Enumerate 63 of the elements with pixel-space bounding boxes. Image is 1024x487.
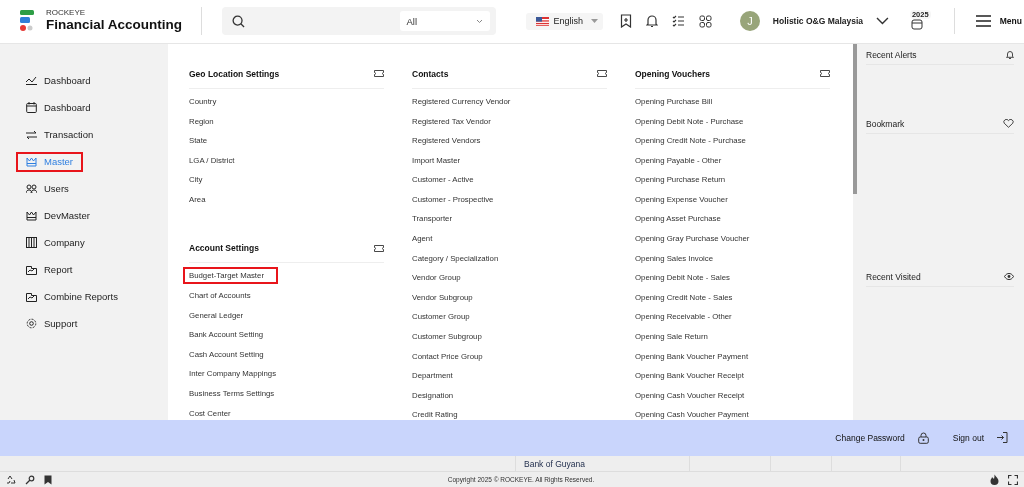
panel-title: Recent Alerts [866, 49, 917, 60]
change-password-button[interactable]: Change Password [833, 429, 931, 446]
settings-icon [26, 318, 37, 330]
users-icon [26, 184, 37, 194]
sidebar-item[interactable]: DevMaster [16, 205, 100, 226]
section-heading: Account Settings [189, 243, 259, 254]
section-heading: Opening Vouchers [635, 68, 710, 79]
menu-button[interactable]: Menu [973, 13, 1024, 30]
ticket-icon[interactable] [374, 70, 384, 78]
ticket-icon[interactable] [820, 70, 830, 78]
ticket-icon[interactable] [597, 70, 607, 78]
caret-icon [475, 18, 483, 24]
flag-icon [535, 16, 549, 26]
table-cell: Bank of Guyana [524, 458, 585, 469]
sidebar-item[interactable]: Transaction [16, 124, 104, 145]
key-icon[interactable] [25, 474, 35, 485]
lock-icon [917, 431, 929, 444]
logo-icon [20, 10, 36, 33]
caret-icon [591, 18, 598, 24]
search-field[interactable]: All [221, 7, 496, 36]
chart-icon [26, 76, 37, 86]
sign-out-icon [997, 432, 1008, 444]
notification-icon[interactable] [646, 14, 658, 29]
app-title: Financial Accounting [46, 18, 182, 34]
sidebar-item[interactable]: Dashboard [16, 70, 101, 91]
report-icon [26, 264, 37, 275]
sidebar-item[interactable]: Master [16, 151, 84, 172]
sidebar-item[interactable]: Company [16, 232, 95, 253]
panel-title: Recent Visited [866, 271, 921, 282]
company-name: Holistic O&G Malaysia [772, 16, 865, 27]
search-icon [231, 14, 245, 28]
checklist-icon[interactable] [672, 14, 685, 28]
menu-icon [975, 15, 991, 28]
fullscreen-icon[interactable] [1008, 474, 1018, 485]
sign-out-button[interactable]: Sign out [950, 430, 1010, 446]
bookmark-icon[interactable] [44, 474, 52, 485]
crown-icon [26, 156, 37, 167]
flame-icon[interactable] [990, 474, 999, 486]
brand-subtitle: ROCKEYE [46, 9, 87, 19]
sidebar-item[interactable]: Combine Reports [16, 286, 128, 307]
building-icon [26, 237, 37, 249]
bell-icon[interactable] [1006, 50, 1014, 60]
heart-icon[interactable] [1003, 119, 1014, 129]
swap-icon [26, 129, 37, 140]
panel-title: Bookmark [866, 118, 905, 129]
language-dropdown[interactable]: English [525, 12, 603, 30]
section-heading: Contacts [412, 68, 449, 79]
section-heading: Geo Location Settings [189, 68, 280, 79]
sidebar-item[interactable]: Report [16, 259, 83, 280]
crown-icon [26, 210, 37, 221]
sidebar-item[interactable]: Support [16, 313, 88, 334]
chevron-down-icon[interactable] [876, 17, 889, 26]
calendar-icon[interactable] [910, 18, 923, 31]
ticket-icon[interactable] [374, 244, 384, 252]
scope-dropdown[interactable]: All [399, 11, 490, 32]
sidebar-item[interactable]: Dashboard [16, 97, 101, 118]
report-icon [26, 291, 37, 302]
bookmark-add-icon[interactable] [620, 14, 632, 29]
recycle-icon[interactable] [6, 474, 16, 485]
eye-icon[interactable] [1004, 273, 1014, 281]
calendar-icon [26, 102, 37, 114]
grid-icon[interactable] [699, 14, 712, 28]
sidebar-item[interactable]: Users [16, 178, 79, 199]
